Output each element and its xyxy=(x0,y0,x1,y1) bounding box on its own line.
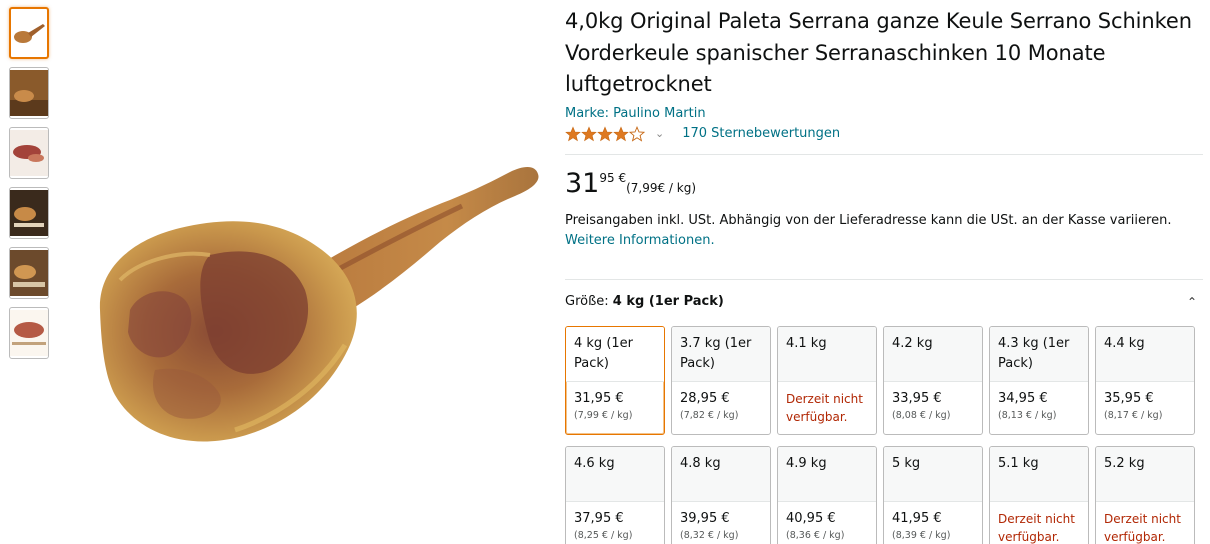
size-option-unit-price: (8,32 € / kg) xyxy=(680,529,739,541)
size-option-price-area: 40,95 € (8,36 € / kg) xyxy=(778,502,876,543)
size-option-name: 4 kg (1er Pack) xyxy=(566,326,664,382)
star-rating[interactable] xyxy=(565,125,645,142)
rating-row: ⌄ 170 Sternebewertungen xyxy=(565,124,1203,144)
size-option-unit-price: (8,13 € / kg) xyxy=(998,409,1057,421)
thumbnail-6[interactable] xyxy=(9,307,49,359)
star-full-icon xyxy=(597,125,613,141)
size-option-name: 4.3 kg (1er Pack) xyxy=(990,326,1088,382)
size-option[interactable]: 4.2 kg 33,95 € (8,08 € / kg) xyxy=(883,325,983,435)
ham-stand-thumbnail-icon xyxy=(10,190,48,236)
price: 31 95 € (7,99€ / kg) xyxy=(565,167,1203,203)
thumbnail-4[interactable] xyxy=(9,187,49,239)
size-option-price-area: 33,95 € (8,08 € / kg) xyxy=(884,382,982,423)
star-full-icon xyxy=(613,125,629,141)
size-option-name: 4.1 kg xyxy=(778,326,876,382)
size-option[interactable]: 5 kg 41,95 € (8,39 € / kg) xyxy=(883,445,983,544)
size-options-grid: 4 kg (1er Pack) 31,95 € (7,99 € / kg) 3.7 k… xyxy=(565,325,1203,544)
size-label-group: Größe: 4 kg (1er Pack) xyxy=(565,294,724,309)
size-option-price: 33,95 € xyxy=(892,390,942,406)
chevron-down-icon[interactable]: ⌄ xyxy=(655,127,664,140)
star-full-icon xyxy=(581,125,597,141)
sliced-ham-thumbnail-icon xyxy=(10,130,48,176)
product-title: 4,0kg Original Paleta Serrana ganze Keul… xyxy=(565,9,1192,96)
ham-thumbnail-icon xyxy=(14,24,45,43)
ham-holder-thumbnail-icon xyxy=(10,250,48,296)
divider xyxy=(565,153,1203,155)
size-option-price: 34,95 € xyxy=(998,390,1048,406)
size-option-name: 4.4 kg xyxy=(1096,326,1194,382)
thumbnail-3[interactable] xyxy=(9,127,49,179)
size-option-price: 35,95 € xyxy=(1104,390,1154,406)
size-option[interactable]: 4.4 kg 35,95 € (8,17 € / kg) xyxy=(1095,325,1195,435)
size-option[interactable]: 4.6 kg 37,95 € (8,25 € / kg) xyxy=(565,445,665,544)
thumbnail-1[interactable] xyxy=(9,7,49,59)
size-option-price: 37,95 € xyxy=(574,510,624,526)
size-option-name: 5.2 kg xyxy=(1096,446,1194,502)
tax-text: Preisangaben inkl. USt. Abhängig von der… xyxy=(565,212,1172,228)
size-option-unit-price: (8,17 € / kg) xyxy=(1104,409,1163,421)
ham-image-icon xyxy=(99,167,539,442)
size-option-unit-price: (8,39 € / kg) xyxy=(892,529,951,541)
thumbnail-2[interactable] xyxy=(9,67,49,119)
size-selector-header[interactable]: Größe: 4 kg (1er Pack) ⌃ xyxy=(565,293,1203,311)
size-option-name: 5.1 kg xyxy=(990,446,1088,502)
size-option-price-area: 28,95 € (7,82 € / kg) xyxy=(672,382,770,423)
size-option-price-area: Derzeit nicht verfügbar. xyxy=(990,502,1088,544)
size-option-price-area: 31,95 € (7,99 € / kg) xyxy=(566,382,664,423)
size-selected-value: 4 kg (1er Pack) xyxy=(612,294,724,309)
size-option-unavailable: Derzeit nicht verfügbar. xyxy=(1104,511,1181,544)
size-option[interactable]: 4.9 kg 40,95 € (8,36 € / kg) xyxy=(777,445,877,544)
more-info-link[interactable]: Weitere Informationen. xyxy=(565,233,715,248)
size-option-price: 40,95 € xyxy=(786,510,836,526)
size-option-price-area: Derzeit nicht verfügbar. xyxy=(1096,502,1194,544)
chevron-up-icon[interactable]: ⌃ xyxy=(1187,295,1197,309)
brand-link[interactable]: Marke: Paulino Martin xyxy=(565,105,1203,123)
thumbnail-5[interactable] xyxy=(9,247,49,299)
price-whole: 31 xyxy=(565,167,600,199)
size-option-unit-price: (8,08 € / kg) xyxy=(892,409,951,421)
divider xyxy=(565,278,1203,280)
price-per-unit: (7,99€ / kg) xyxy=(626,180,697,195)
size-option-unit-price: (7,99 € / kg) xyxy=(574,409,633,421)
size-option[interactable]: 4.1 kg Derzeit nicht verfügbar. xyxy=(777,325,877,435)
tax-info: Preisangaben inkl. USt. Abhängig von der… xyxy=(565,211,1203,251)
size-option-unit-price: (8,36 € / kg) xyxy=(786,529,845,541)
size-option-price: 41,95 € xyxy=(892,510,942,526)
size-option-name: 4.9 kg xyxy=(778,446,876,502)
size-option-price-area: 34,95 € (8,13 € / kg) xyxy=(990,382,1088,423)
size-option-unavailable: Derzeit nicht verfügbar. xyxy=(998,511,1075,544)
star-full-icon xyxy=(565,125,581,141)
size-option-price-area: Derzeit nicht verfügbar. xyxy=(778,382,876,426)
size-option-price-area: 35,95 € (8,17 € / kg) xyxy=(1096,382,1194,423)
size-option-unit-price: (7,82 € / kg) xyxy=(680,409,739,421)
size-option-price-area: 39,95 € (8,32 € / kg) xyxy=(672,502,770,543)
size-label: Größe: xyxy=(565,294,609,309)
thumbnail-strip xyxy=(9,7,49,367)
rating-count-link[interactable]: 170 Sternebewertungen xyxy=(682,126,840,141)
size-option-name: 4.8 kg xyxy=(672,446,770,502)
size-option[interactable]: 4.8 kg 39,95 € (8,32 € / kg) xyxy=(671,445,771,544)
size-option-price: 39,95 € xyxy=(680,510,730,526)
size-option[interactable]: 3.7 kg (1er Pack) 28,95 € (7,82 € / kg) xyxy=(671,325,771,435)
size-option-unit-price: (8,25 € / kg) xyxy=(574,529,633,541)
main-product-image[interactable] xyxy=(60,160,550,450)
size-option[interactable]: 5.2 kg Derzeit nicht verfügbar. xyxy=(1095,445,1195,544)
size-option-name: 3.7 kg (1er Pack) xyxy=(672,326,770,382)
size-option-price: 31,95 € xyxy=(574,390,624,406)
size-option[interactable]: 4.3 kg (1er Pack) 34,95 € (8,13 € / kg) xyxy=(989,325,1089,435)
ham-plate-thumbnail-icon xyxy=(10,310,48,356)
size-option-price-area: 37,95 € (8,25 € / kg) xyxy=(566,502,664,543)
size-option[interactable]: 4 kg (1er Pack) 31,95 € (7,99 € / kg) xyxy=(565,325,665,435)
size-option-name: 4.6 kg xyxy=(566,446,664,502)
size-option-name: 4.2 kg xyxy=(884,326,982,382)
size-option-name: 5 kg xyxy=(884,446,982,502)
size-option-unavailable: Derzeit nicht verfügbar. xyxy=(786,391,863,424)
size-option[interactable]: 5.1 kg Derzeit nicht verfügbar. xyxy=(989,445,1089,544)
ham-scene-thumbnail-icon xyxy=(10,70,48,116)
star-empty-icon xyxy=(629,125,645,142)
size-option-price-area: 41,95 € (8,39 € / kg) xyxy=(884,502,982,543)
product-info: 4,0kg Original Paleta Serrana ganze Keul… xyxy=(565,6,1203,544)
size-option-price: 28,95 € xyxy=(680,390,730,406)
price-fraction: 95 € xyxy=(599,170,627,185)
